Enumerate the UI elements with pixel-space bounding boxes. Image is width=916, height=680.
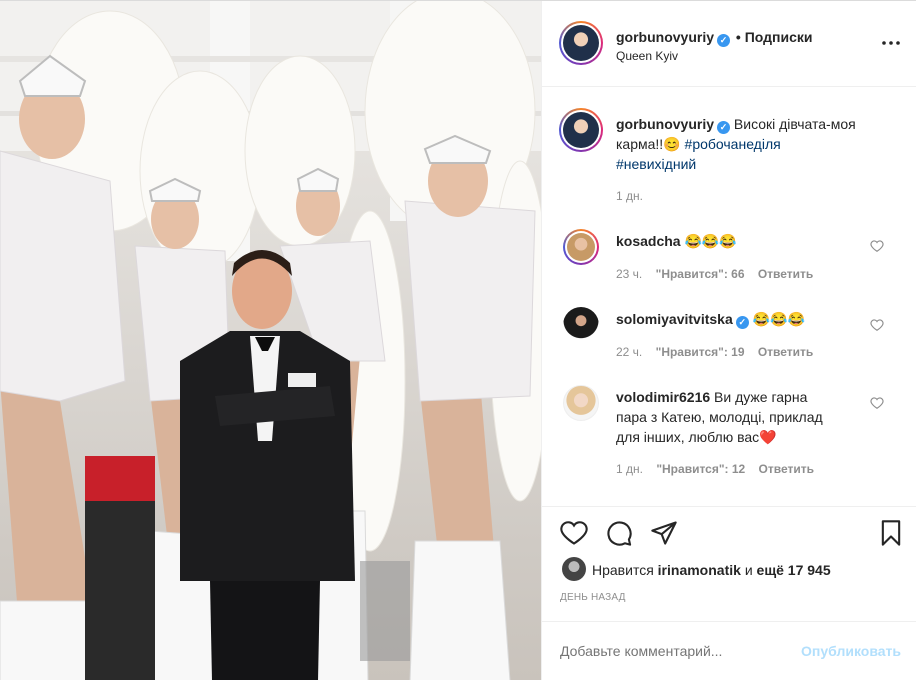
comment-bubble-icon[interactable] [605,519,633,547]
comment-avatar[interactable] [563,307,599,343]
caption-avatar[interactable] [559,108,603,152]
like-heart-icon[interactable] [560,519,588,547]
reply-button[interactable]: Ответить [758,345,813,359]
follow-button[interactable]: Подписки [745,29,813,45]
more-horizontal-icon[interactable] [879,31,903,55]
comment-text: 😂😂😂 [752,311,805,327]
caption-time: 1 дн. [616,189,643,203]
bookmark-icon[interactable] [877,519,905,547]
hashtag-link[interactable]: #робочанеділя [685,136,781,152]
add-comment-bar: Опубликовать [542,621,916,680]
smile-emoji-icon: 😊 [663,136,681,152]
comment-text-row: solomiyavitvitska ✓ 😂😂😂 [616,309,805,329]
likes-summary: Нравится irinamonatik и ещё 17 945 [592,562,831,578]
comment-like-heart-icon[interactable] [870,318,884,332]
verified-badge-icon: ✓ [717,34,731,47]
post-side-panel: gorbunovyuriy ✓ • Подписки Queen Kyiv gor… [541,1,916,680]
comment-username[interactable]: solomiyavitvitska [616,311,733,327]
photo-illustration [0,1,541,680]
comment-meta: 1 дн. "Нравится": 12 Ответить [616,462,814,476]
comment-likes[interactable]: "Нравится": 66 [656,267,745,281]
comment-text-line3: для інших, люблю вас [616,429,760,445]
liker-username[interactable]: irinamonatik [658,562,741,578]
comment-text-line1: Ви дуже гарна [714,389,808,405]
comment-meta: 22 ч. "Нравится": 19 Ответить [616,345,813,359]
comment-text-line2: пара з Катею, молодці, приклад [616,409,823,425]
comment-time: 22 ч. [616,345,643,359]
comment-time: 23 ч. [616,267,643,281]
post-header: gorbunovyuriy ✓ • Подписки Queen Kyiv [542,1,916,87]
post-date[interactable]: ДЕНЬ НАЗАД [560,592,626,603]
verified-badge-icon: ✓ [735,316,749,329]
caption-line1: Високі дівчата-моя [733,116,856,132]
comment-username[interactable]: kosadcha [616,233,681,249]
publish-button[interactable]: Опубликовать [801,643,901,659]
caption-text: gorbunovyuriy ✓ Високі дівчата-моя карма!… [616,114,906,174]
comment-username[interactable]: volodimir6216 [616,389,710,405]
comment-text-row: kosadcha 😂😂😂 [616,231,737,251]
comment-input[interactable] [560,640,780,662]
comment-avatar[interactable] [563,385,599,421]
likes-middle: и [744,562,753,578]
comment-likes[interactable]: "Нравится": 12 [656,462,745,476]
avatar[interactable] [559,21,603,65]
divider [542,506,916,507]
reply-button[interactable]: Ответить [759,462,814,476]
heart-emoji-icon: ❤️ [759,429,777,445]
header-title-row: gorbunovyuriy ✓ • Подписки [616,29,812,47]
caption-username[interactable]: gorbunovyuriy [616,116,714,132]
likes-prefix: Нравится [592,562,654,578]
header-location[interactable]: Queen Kyiv [616,49,678,63]
comment-likes[interactable]: "Нравится": 19 [656,345,745,359]
post-photo[interactable] [0,1,541,680]
share-send-icon[interactable] [650,519,678,547]
comment-meta: 23 ч. "Нравится": 66 Ответить [616,267,813,281]
comment-avatar[interactable] [563,229,599,265]
comment-like-heart-icon[interactable] [870,396,884,410]
post-container: gorbunovyuriy ✓ • Подписки Queen Kyiv gor… [0,0,916,680]
separator-dot: • [735,29,741,45]
liker-avatar[interactable] [562,557,586,581]
header-username[interactable]: gorbunovyuriy [616,29,714,45]
comment-time: 1 дн. [616,462,643,476]
hashtag-link[interactable]: #невихідний [616,156,696,172]
comment-text: 😂😂😂 [684,233,737,249]
likes-count[interactable]: ещё 17 945 [757,562,831,578]
reply-button[interactable]: Ответить [758,267,813,281]
caption-line2: карма!! [616,136,664,152]
comment-like-heart-icon[interactable] [870,239,884,253]
comment-text-block: volodimir6216 Ви дуже гарна пара з Катею… [616,387,906,447]
verified-badge-icon: ✓ [717,121,731,134]
